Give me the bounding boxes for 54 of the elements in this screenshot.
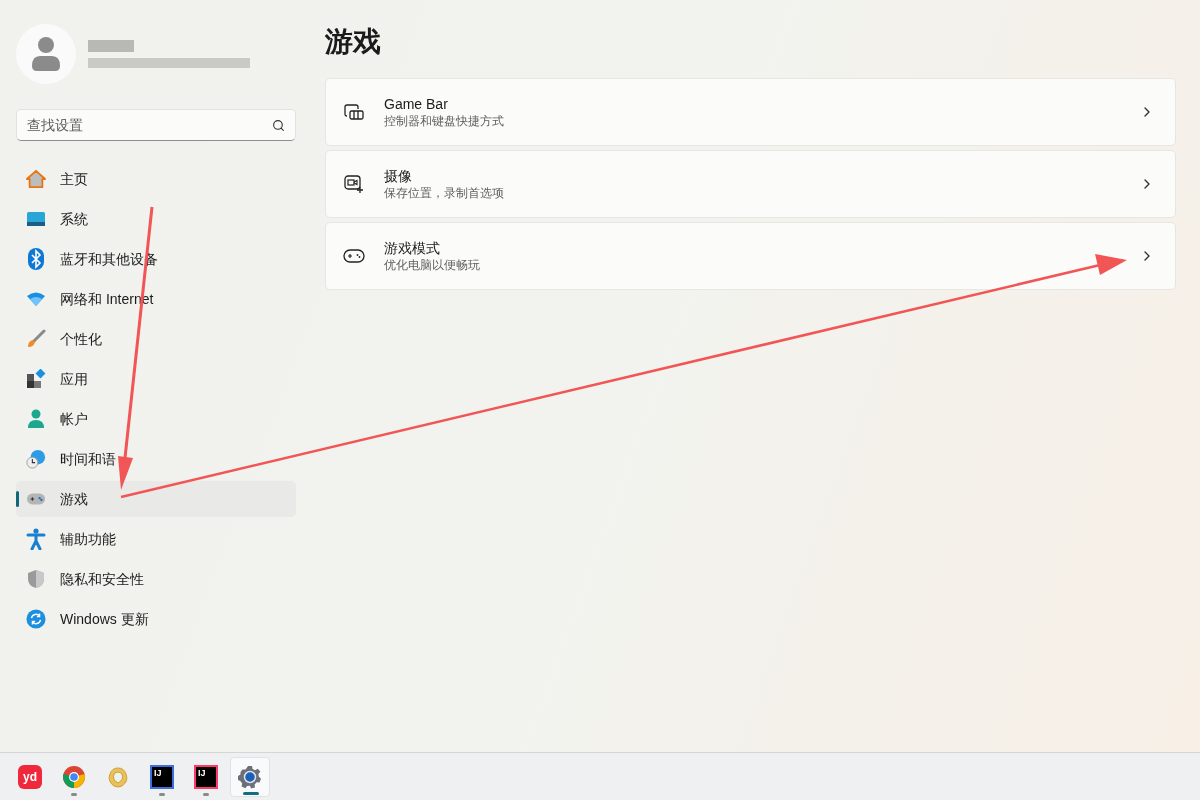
sidebar-item[interactable]: 应用	[16, 361, 296, 397]
taskbar-button[interactable]: yd	[10, 756, 50, 797]
apps-icon	[26, 369, 46, 389]
ring-logo-icon	[106, 764, 130, 789]
card-subtitle: 控制器和键盘快捷方式	[384, 113, 505, 129]
game-bar-icon	[344, 103, 364, 121]
ide-logo-icon: IJ	[194, 764, 218, 789]
app-logo-icon: yd	[18, 764, 42, 789]
running-indicator	[159, 792, 165, 796]
page-title: 游戏	[325, 25, 382, 59]
monitor-icon	[26, 211, 46, 227]
ide-logo-icon: IJ	[150, 764, 174, 789]
settings-icon	[238, 764, 262, 789]
search-input[interactable]: 查找设置	[27, 114, 272, 136]
card-subtitle: 保存位置，录制首选项	[384, 185, 505, 201]
settings-card[interactable]: Game Bar 控制器和键盘快捷方式	[325, 78, 1176, 146]
card-title: 摄像	[384, 167, 413, 185]
gamepad-icon	[343, 248, 365, 264]
sidebar-item[interactable]: 游戏	[16, 481, 296, 517]
sidebar-item[interactable]: 个性化	[16, 321, 296, 357]
settings-card[interactable]: 摄像 保存位置，录制首选项	[325, 150, 1176, 218]
search-icon	[272, 118, 285, 132]
sidebar-item[interactable]: 系统	[16, 201, 296, 237]
settings-card[interactable]: 游戏模式 优化电脑以便畅玩	[325, 222, 1176, 290]
card-title: 游戏模式	[384, 239, 441, 257]
sidebar-item[interactable]: 时间和语	[16, 441, 296, 477]
wifi-icon	[26, 291, 46, 307]
home-icon	[26, 169, 46, 189]
taskbar-button[interactable]: IJ	[142, 756, 182, 797]
capture-icon	[344, 174, 364, 194]
person-icon	[27, 409, 45, 429]
gamepad-icon	[26, 491, 46, 507]
selection-indicator	[16, 491, 19, 507]
card-subtitle: 优化电脑以便畅玩	[384, 257, 481, 273]
globe-clock-icon	[26, 448, 46, 470]
person-icon	[31, 36, 61, 72]
sidebar-item[interactable]: 隐私和安全性	[16, 561, 296, 597]
running-indicator	[203, 792, 209, 796]
shield-icon	[27, 569, 45, 589]
taskbar-button[interactable]: IJ	[186, 756, 226, 797]
running-indicator	[71, 792, 77, 796]
search-field[interactable]: 查找设置	[16, 109, 296, 141]
sidebar-item[interactable]: 主页	[16, 161, 296, 197]
accessibility-icon	[26, 528, 46, 550]
sidebar-item[interactable]: Windows 更新	[16, 601, 296, 637]
refresh-icon	[26, 608, 46, 630]
taskbar-button[interactable]	[230, 756, 270, 797]
running-indicator	[243, 791, 259, 795]
brush-icon	[26, 329, 46, 349]
card-title: Game Bar	[384, 95, 449, 113]
bluetooth-icon	[28, 248, 44, 270]
browser-icon	[62, 764, 86, 789]
sidebar-item[interactable]: 辅助功能	[16, 521, 296, 557]
sidebar-item[interactable]: 帐户	[16, 401, 296, 437]
